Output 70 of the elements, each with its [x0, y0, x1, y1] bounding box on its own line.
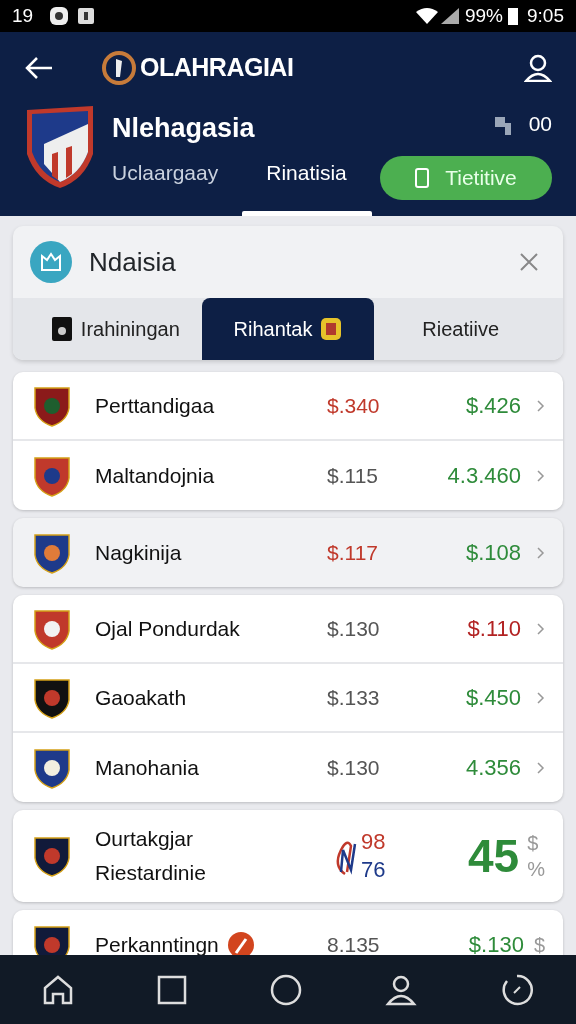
team-name: Riestardinie [95, 860, 207, 886]
square-icon[interactable] [156, 974, 187, 1005]
unit: % [527, 857, 545, 882]
panel-title: Ndaisia [89, 245, 176, 279]
home-icon[interactable] [41, 973, 74, 1006]
club-crest-icon [33, 676, 71, 719]
value: $.110 [467, 615, 521, 643]
chevron-icon[interactable] [537, 399, 545, 412]
extra-value: $ [533, 932, 545, 958]
club-crest-icon [33, 607, 71, 650]
club-crest-icon [33, 835, 71, 877]
profile-icon[interactable] [385, 973, 418, 1006]
close-icon[interactable] [519, 252, 539, 272]
team-name: Nagkinija [95, 539, 183, 566]
back-icon[interactable] [24, 56, 54, 80]
club-crest-icon [33, 746, 71, 789]
team-tab[interactable]: Uclaargaay [112, 156, 219, 202]
chevron-icon[interactable] [537, 622, 545, 635]
chevron-icon[interactable] [537, 761, 545, 774]
clock: 9:05 [527, 3, 564, 28]
team-name: Nlehagasia [112, 112, 256, 145]
value: $.108 [465, 539, 521, 567]
chevron-icon[interactable] [537, 691, 545, 704]
notification-icon [77, 7, 96, 25]
chevron-icon[interactable] [537, 546, 545, 559]
team-name: Maltandojnia [95, 462, 216, 489]
tab[interactable]: Rihantak [201, 298, 375, 360]
odds: $.115 [327, 462, 379, 489]
profile-icon[interactable] [524, 54, 552, 82]
odds: $.133 [327, 684, 381, 711]
odds: 8.135 [327, 931, 381, 958]
team-name: Perkanntingn [95, 931, 219, 958]
value: $.450 [465, 684, 521, 712]
odds: $.130 [327, 754, 381, 781]
percentage: 45 [468, 828, 520, 884]
team-name: Ojal Pondurdak [95, 615, 241, 642]
unit: $ [527, 831, 540, 856]
signal-icon [439, 7, 461, 25]
team-name: Gaoakath [95, 684, 188, 711]
chevron-icon[interactable] [537, 469, 545, 482]
battery-icon [507, 6, 519, 26]
odds: $.117 [327, 539, 379, 566]
value: $.426 [465, 392, 521, 420]
status-time: 19 [12, 3, 34, 28]
team-crest-icon [24, 104, 96, 190]
device-icon [50, 316, 73, 342]
circle-icon[interactable] [269, 973, 302, 1006]
badge-icon [320, 316, 343, 342]
team-name: Perttandigaa [95, 392, 216, 419]
value: 4.3.460 [447, 462, 521, 490]
app-icon [49, 6, 70, 26]
value: $.130 [468, 931, 524, 959]
odds: $.340 [327, 392, 381, 419]
wifi-icon [415, 7, 439, 25]
team-name: Ourtakgjar [95, 826, 195, 852]
refresh-icon[interactable] [500, 972, 535, 1007]
team-name: Manohania [95, 754, 200, 781]
counter: 00 [528, 111, 552, 137]
document-icon [415, 167, 430, 188]
value: 4.356 [465, 754, 521, 782]
app-title: OLAHRAGIAI [140, 52, 294, 84]
odds: $.130 [327, 615, 381, 642]
club-crest-icon [33, 454, 71, 497]
battery-level: 99% [465, 3, 503, 28]
logo-icon [102, 51, 136, 85]
team-tab[interactable]: Rinatisia [266, 156, 347, 202]
club-crest-icon [33, 531, 71, 574]
score: 98 [361, 828, 386, 856]
club-crest-icon [33, 384, 71, 427]
score: 76 [361, 856, 386, 884]
